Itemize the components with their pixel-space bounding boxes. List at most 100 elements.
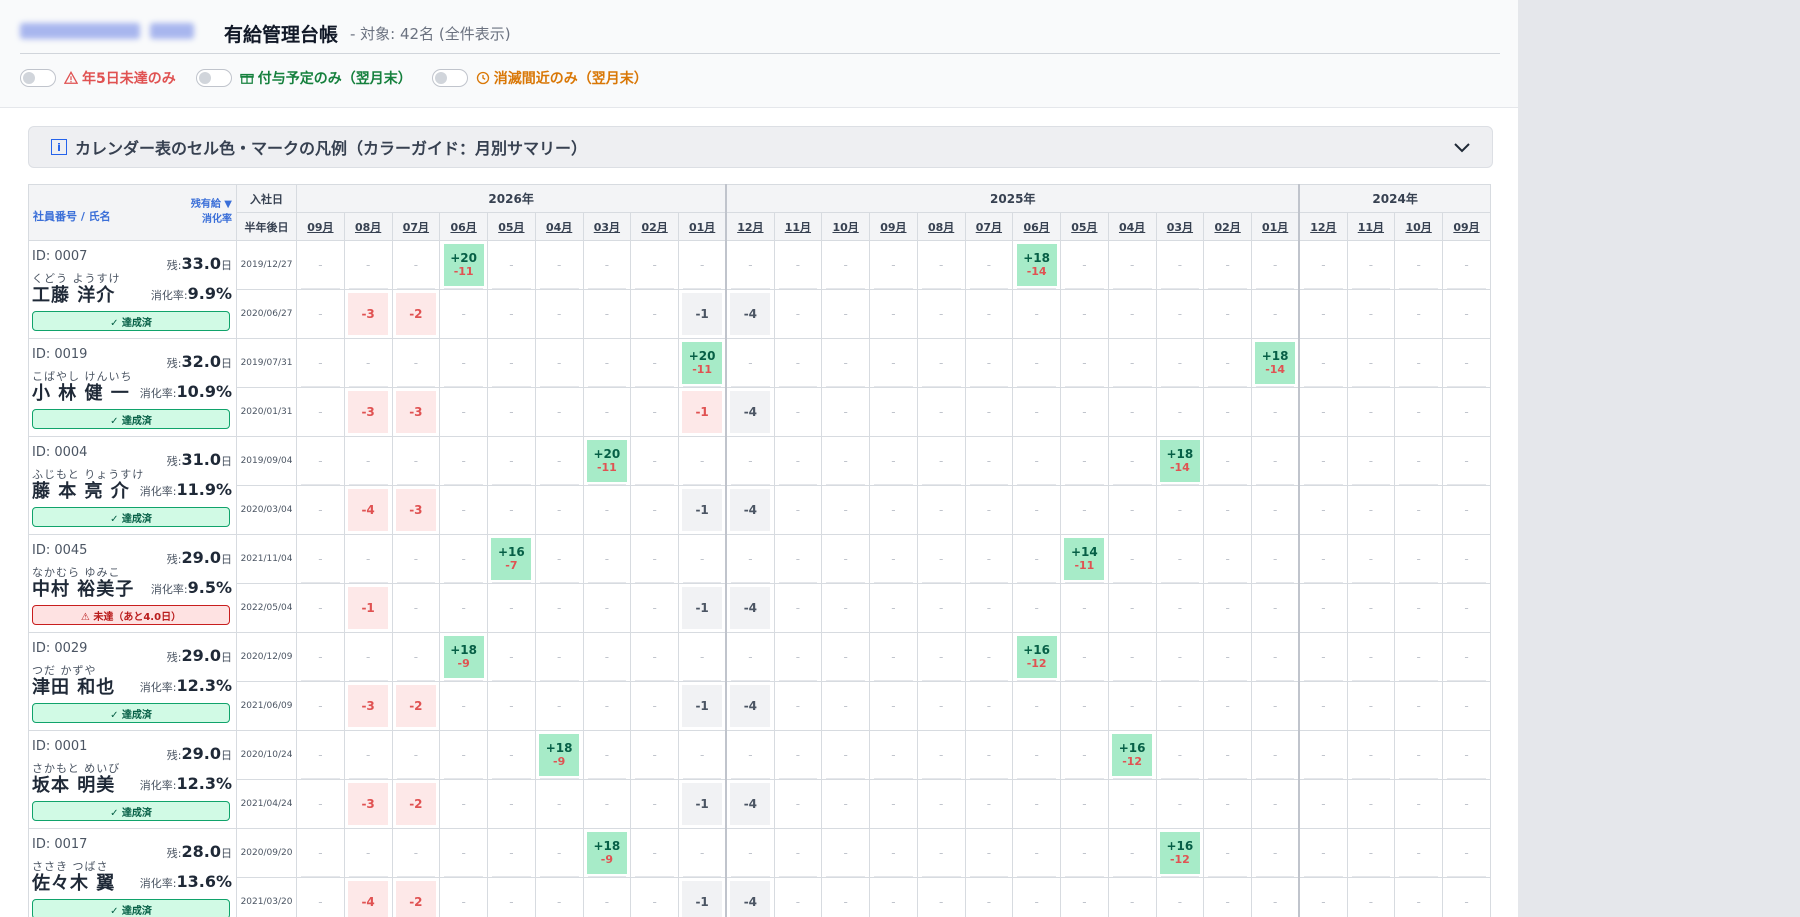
empty-cell[interactable]: - [296,583,345,633]
usage-cell[interactable]: -3 [391,387,441,437]
filter-toggle-expiring-soon[interactable] [431,69,468,87]
grant-cell[interactable]: +18 -14 [1155,436,1205,486]
usage-chip[interactable]: -4 [348,489,389,531]
empty-cell[interactable]: - [534,436,584,486]
empty-cell[interactable]: - [582,779,632,829]
empty-cell[interactable]: - [1107,240,1157,290]
empty-cell[interactable]: - [964,387,1014,437]
empty-cell[interactable]: - [869,877,918,917]
empty-cell[interactable]: - [343,828,393,878]
usage-cell[interactable]: -2 [391,877,441,917]
empty-cell[interactable]: - [439,828,488,878]
empty-cell[interactable]: - [1298,681,1348,731]
empty-cell[interactable]: - [1012,289,1061,339]
empty-cell[interactable]: - [1298,240,1348,290]
empty-cell[interactable]: - [869,730,918,780]
empty-cell[interactable]: - [582,338,632,388]
empty-cell[interactable]: - [916,240,966,290]
empty-cell[interactable]: - [439,534,488,584]
empty-cell[interactable]: - [964,289,1014,339]
empty-cell[interactable]: - [1203,877,1252,917]
empty-cell[interactable]: - [916,828,966,878]
empty-cell[interactable]: - [869,338,918,388]
empty-cell[interactable]: - [1442,436,1491,486]
empty-cell[interactable]: - [534,632,584,682]
empty-cell[interactable]: - [296,779,345,829]
empty-cell[interactable]: - [296,828,345,878]
empty-cell[interactable]: - [534,289,584,339]
usage-cell[interactable]: -4 [343,877,393,917]
empty-cell[interactable]: - [534,681,584,731]
empty-cell[interactable]: - [1060,828,1109,878]
empty-cell[interactable]: - [1298,387,1348,437]
usage-chip[interactable]: -1 [682,489,723,531]
usage-chip[interactable]: -1 [348,587,389,629]
usage-chip[interactable]: -3 [348,391,389,433]
empty-cell[interactable]: - [1251,387,1300,437]
empty-cell[interactable]: - [869,289,918,339]
grant-cell[interactable]: +16 -7 [487,534,536,584]
empty-cell[interactable]: - [439,387,488,437]
employee-name[interactable]: 坂本 明美 [32,771,115,797]
empty-cell[interactable]: - [534,828,584,878]
empty-cell[interactable]: - [1346,779,1396,829]
usage-cell[interactable]: -3 [391,485,441,535]
empty-cell[interactable]: - [630,730,679,780]
empty-cell[interactable]: - [964,240,1014,290]
empty-cell[interactable]: - [773,828,823,878]
empty-cell[interactable]: - [582,387,632,437]
grant-cell[interactable]: +18 -14 [1012,240,1061,290]
empty-cell[interactable]: - [1346,387,1396,437]
empty-cell[interactable]: - [821,877,870,917]
empty-cell[interactable]: - [534,583,584,633]
empty-cell[interactable]: - [1394,534,1443,584]
empty-cell[interactable]: - [296,387,345,437]
empty-cell[interactable]: - [1060,338,1109,388]
empty-cell[interactable]: - [630,534,679,584]
empty-cell[interactable]: - [1442,877,1491,917]
empty-cell[interactable]: - [1060,240,1109,290]
usage-cell[interactable]: -1 [678,681,727,731]
filter-grant-scheduled[interactable]: 付与予定のみ（翌月末） [195,68,412,88]
empty-cell[interactable]: - [1012,485,1061,535]
empty-cell[interactable]: - [582,681,632,731]
empty-cell[interactable]: - [630,632,679,682]
grant-cell[interactable]: +20 -11 [678,338,727,388]
grant-cell[interactable]: +20 -11 [439,240,488,290]
empty-cell[interactable]: - [1203,779,1252,829]
empty-cell[interactable]: - [534,240,584,290]
empty-cell[interactable]: - [630,338,679,388]
empty-cell[interactable]: - [487,779,536,829]
empty-cell[interactable]: - [487,877,536,917]
empty-cell[interactable]: - [678,632,727,682]
month-header[interactable]: 03月 [582,212,632,241]
usage-cell[interactable]: -4 [725,877,775,917]
empty-cell[interactable]: - [1203,583,1252,633]
employee-name[interactable]: 小 林 健 一 [32,379,130,405]
empty-cell[interactable]: - [964,436,1014,486]
empty-cell[interactable]: - [1251,877,1300,917]
usage-cell[interactable]: -3 [343,387,393,437]
employee-card[interactable]: ID: 0029 つだ かずや 津田 和也 残:29.0日 消化率:12.3% ✓ 達成済 [28,632,237,731]
empty-cell[interactable]: - [1298,828,1348,878]
empty-cell[interactable]: - [487,583,536,633]
empty-cell[interactable]: - [916,289,966,339]
empty-cell[interactable]: - [1251,534,1300,584]
empty-cell[interactable]: - [1346,632,1396,682]
empty-cell[interactable]: - [582,583,632,633]
empty-cell[interactable]: - [1107,485,1157,535]
empty-cell[interactable]: - [869,632,918,682]
empty-cell[interactable]: - [296,485,345,535]
empty-cell[interactable]: - [916,534,966,584]
empty-cell[interactable]: - [964,877,1014,917]
empty-cell[interactable]: - [582,289,632,339]
empty-cell[interactable]: - [821,779,870,829]
empty-cell[interactable]: - [1442,534,1491,584]
grant-cell[interactable]: +16 -12 [1107,730,1157,780]
empty-cell[interactable]: - [1155,534,1205,584]
grant-chip[interactable]: +16 -12 [1159,832,1200,874]
chevron-down-icon[interactable] [1452,137,1472,157]
empty-cell[interactable]: - [630,828,679,878]
empty-cell[interactable]: - [1346,534,1396,584]
empty-cell[interactable]: - [1107,436,1157,486]
